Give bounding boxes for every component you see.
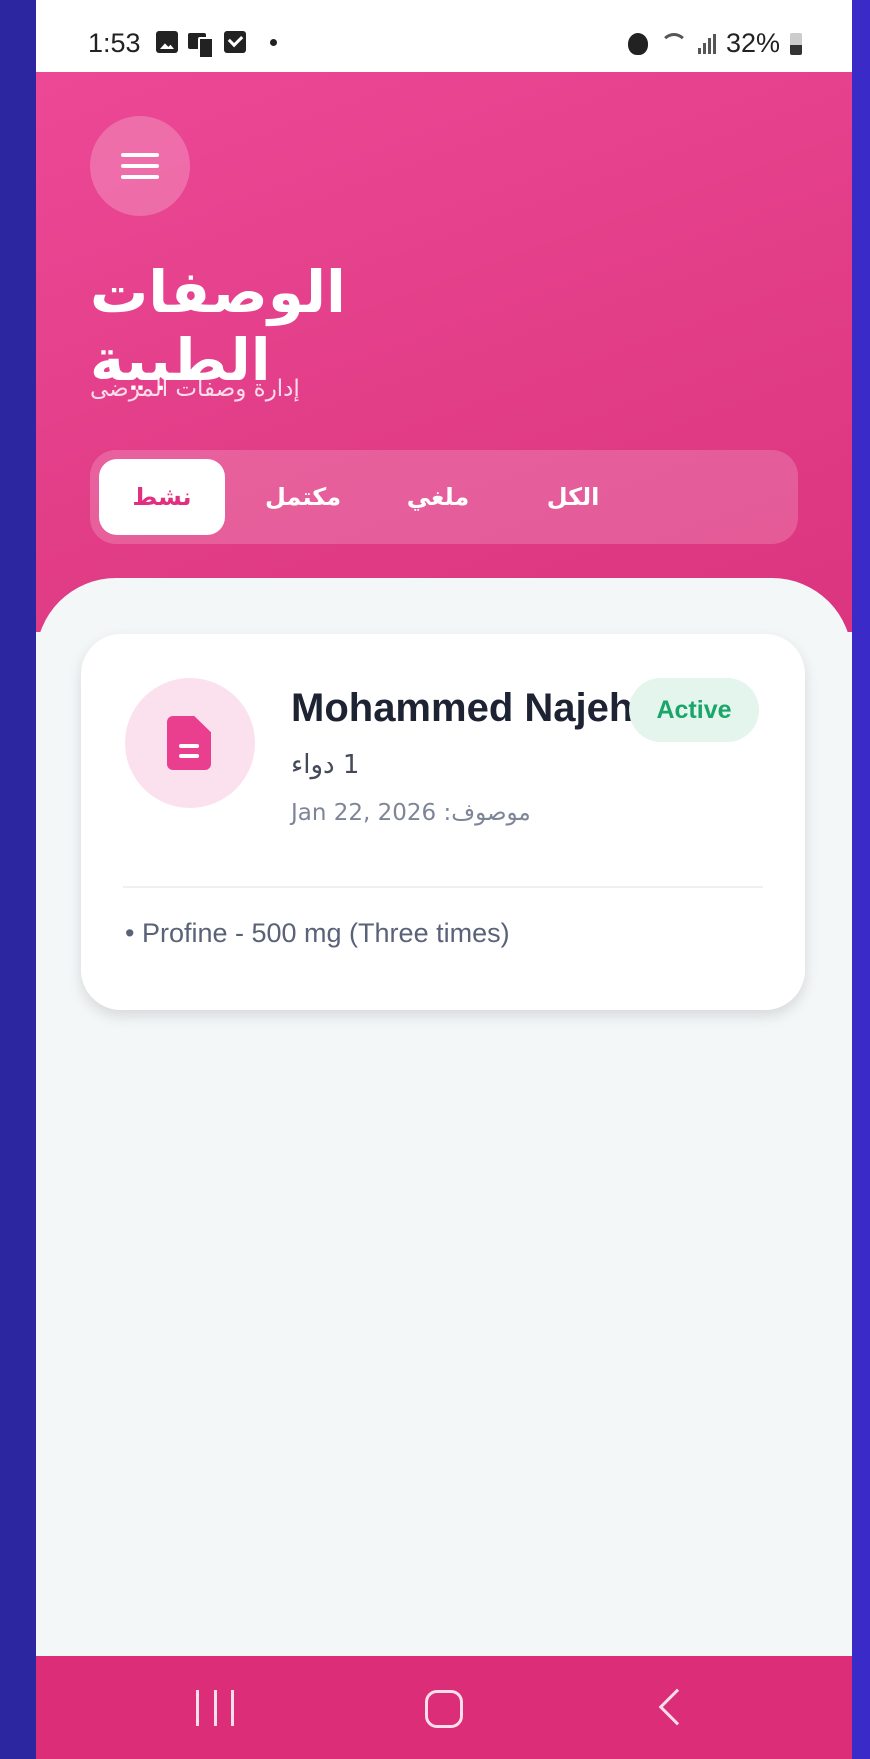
page-subtitle: إدارة وصفات المرضى (90, 376, 300, 402)
prescription-avatar (125, 678, 255, 808)
status-time: 1:53 (88, 28, 141, 58)
checkbox-icon (224, 31, 246, 53)
prescribed-date: موصوف: Jan 22, 2026 (291, 800, 531, 826)
card-divider (123, 886, 763, 888)
dot-icon (270, 38, 277, 46)
medication-count: 1 دواء (291, 750, 360, 780)
page-title: الوصفات الطبية (90, 258, 346, 394)
device-frame-left (0, 0, 36, 1759)
tab-all[interactable]: الكل (510, 459, 636, 535)
device-frame-right (852, 0, 870, 1759)
battery-percent: 32% (725, 28, 780, 58)
signal-icon (697, 33, 716, 54)
document-icon (167, 716, 211, 770)
back-icon[interactable] (658, 1688, 696, 1726)
phone-screen: 1:53 32% الوصفات الطبية إدارة وصفات المر… (36, 0, 852, 1759)
medication-item: • Profine - 500 mg (Three times) (125, 918, 510, 948)
hamburger-menu-button[interactable] (90, 116, 190, 216)
hamburger-menu-icon (121, 153, 159, 157)
status-bar: 1:53 32% (36, 0, 852, 72)
battery-icon (790, 32, 802, 55)
wifi-icon (658, 32, 688, 55)
device-icon (188, 31, 214, 59)
patient-name: Mohammed Najeh (291, 686, 634, 730)
prescriptions-list: Mohammed Najeh Active 1 دواء موصوف: Jan … (36, 578, 852, 1658)
tab-active[interactable]: نشط (99, 459, 225, 535)
status-notification-icons (156, 31, 277, 59)
system-nav-bar (36, 1656, 852, 1759)
status-filter-tabs: نشط مكتمل ملغي الكل (90, 450, 798, 544)
prescription-card[interactable]: Mohammed Najeh Active 1 دواء موصوف: Jan … (81, 634, 805, 1010)
status-system-icons: 32% (627, 28, 802, 59)
tab-completed[interactable]: مكتمل (240, 459, 366, 535)
photo-icon (156, 31, 178, 53)
home-icon[interactable] (425, 1690, 463, 1728)
page-header: الوصفات الطبية إدارة وصفات المرضى نشط مك… (36, 72, 852, 632)
status-badge: Active (629, 678, 759, 742)
tab-cancelled[interactable]: ملغي (375, 459, 501, 535)
recents-icon[interactable] (196, 1690, 234, 1726)
alarm-icon (627, 32, 648, 55)
